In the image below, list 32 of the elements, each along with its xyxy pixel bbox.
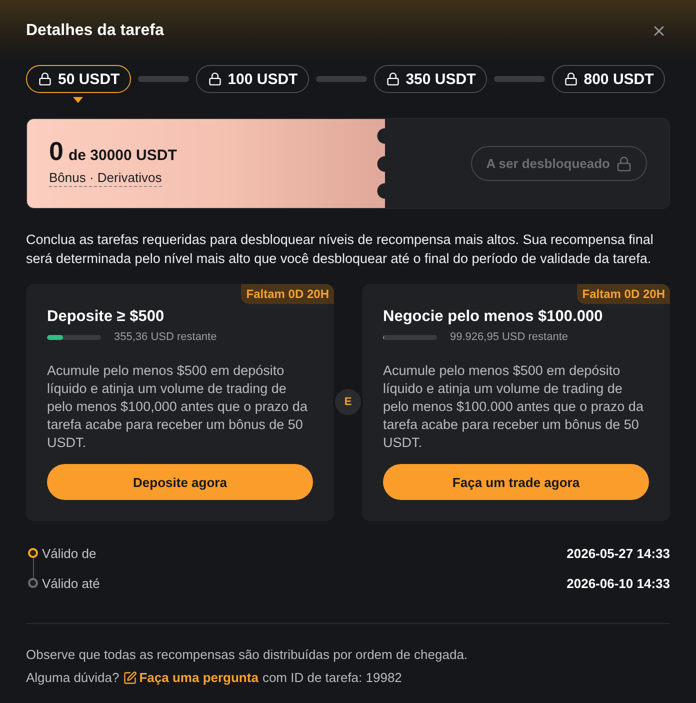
tier-connector	[316, 76, 367, 82]
reward-amount: 0	[49, 136, 64, 166]
task-action-button[interactable]: Faça um trade agora	[383, 464, 649, 500]
intro-text: Conclua as tarefas requeridas para desbloquear níveis de recompensa mais altos. Sua recompensa final será determinada pelo nível mais alto que você desbloquear até o final do período de validade da tarefa.	[26, 231, 654, 268]
validity-label: Válido de	[42, 546, 96, 560]
lock-icon	[616, 156, 632, 172]
validity-date: 2026-06-10 14:33	[566, 576, 670, 590]
reward-total: de 30000 USDT	[68, 147, 177, 164]
remaining-amount: 99.926,95 USD restante	[450, 331, 568, 343]
caret-icon	[73, 97, 84, 103]
edit-icon	[123, 671, 138, 685]
time-left-badge: Faltam 0D 20H	[241, 284, 334, 304]
and-connector: E	[333, 387, 363, 417]
task-title: Negocie pelo menos $100.000	[383, 307, 604, 327]
tier-connector	[138, 76, 189, 82]
validity-label: Válido até	[42, 576, 100, 590]
task-description: Acumule pelo menos $500 em depósito líquido e atinja um volume de trading de pelo menos $100.000 antes que o prazo da tarefa acabe para receber um bônus de 50 USDT.	[383, 362, 644, 452]
task-description: Acumule pelo menos $500 em depósito líquido e atinja um volume de trading de pelo menos $100,000 antes que o prazo da tarefa acabe para receber um bônus de 50 USDT.	[47, 362, 308, 452]
task-title: Deposite ≥ $500	[47, 307, 166, 327]
task-action-button[interactable]: Deposite agora	[47, 464, 313, 500]
tier-tab[interactable]: 100 USDT	[196, 65, 309, 93]
time-left-badge: Faltam 0D 20H	[577, 284, 670, 304]
tier-tab[interactable]: 800 USDT	[552, 65, 665, 93]
tier-connector	[494, 76, 545, 82]
modal-title: Detalhes da tarefa	[26, 21, 164, 41]
tier-tab[interactable]: 350 USDT	[374, 65, 487, 93]
remaining-amount: 355,36 USD restante	[114, 331, 217, 343]
ask-question-link[interactable]: Faça uma pergunta	[123, 669, 258, 687]
reward-tags: Bônus · Derivativos	[49, 169, 162, 187]
help-text: Alguma dúvida? Faça uma pergunta com ID de tarefa: 19982	[26, 669, 403, 687]
validity-date: 2026-05-27 14:33	[566, 546, 670, 560]
notice-text: Observe que todas as recompensas são distribuídas por ordem de chegada.	[26, 646, 469, 664]
